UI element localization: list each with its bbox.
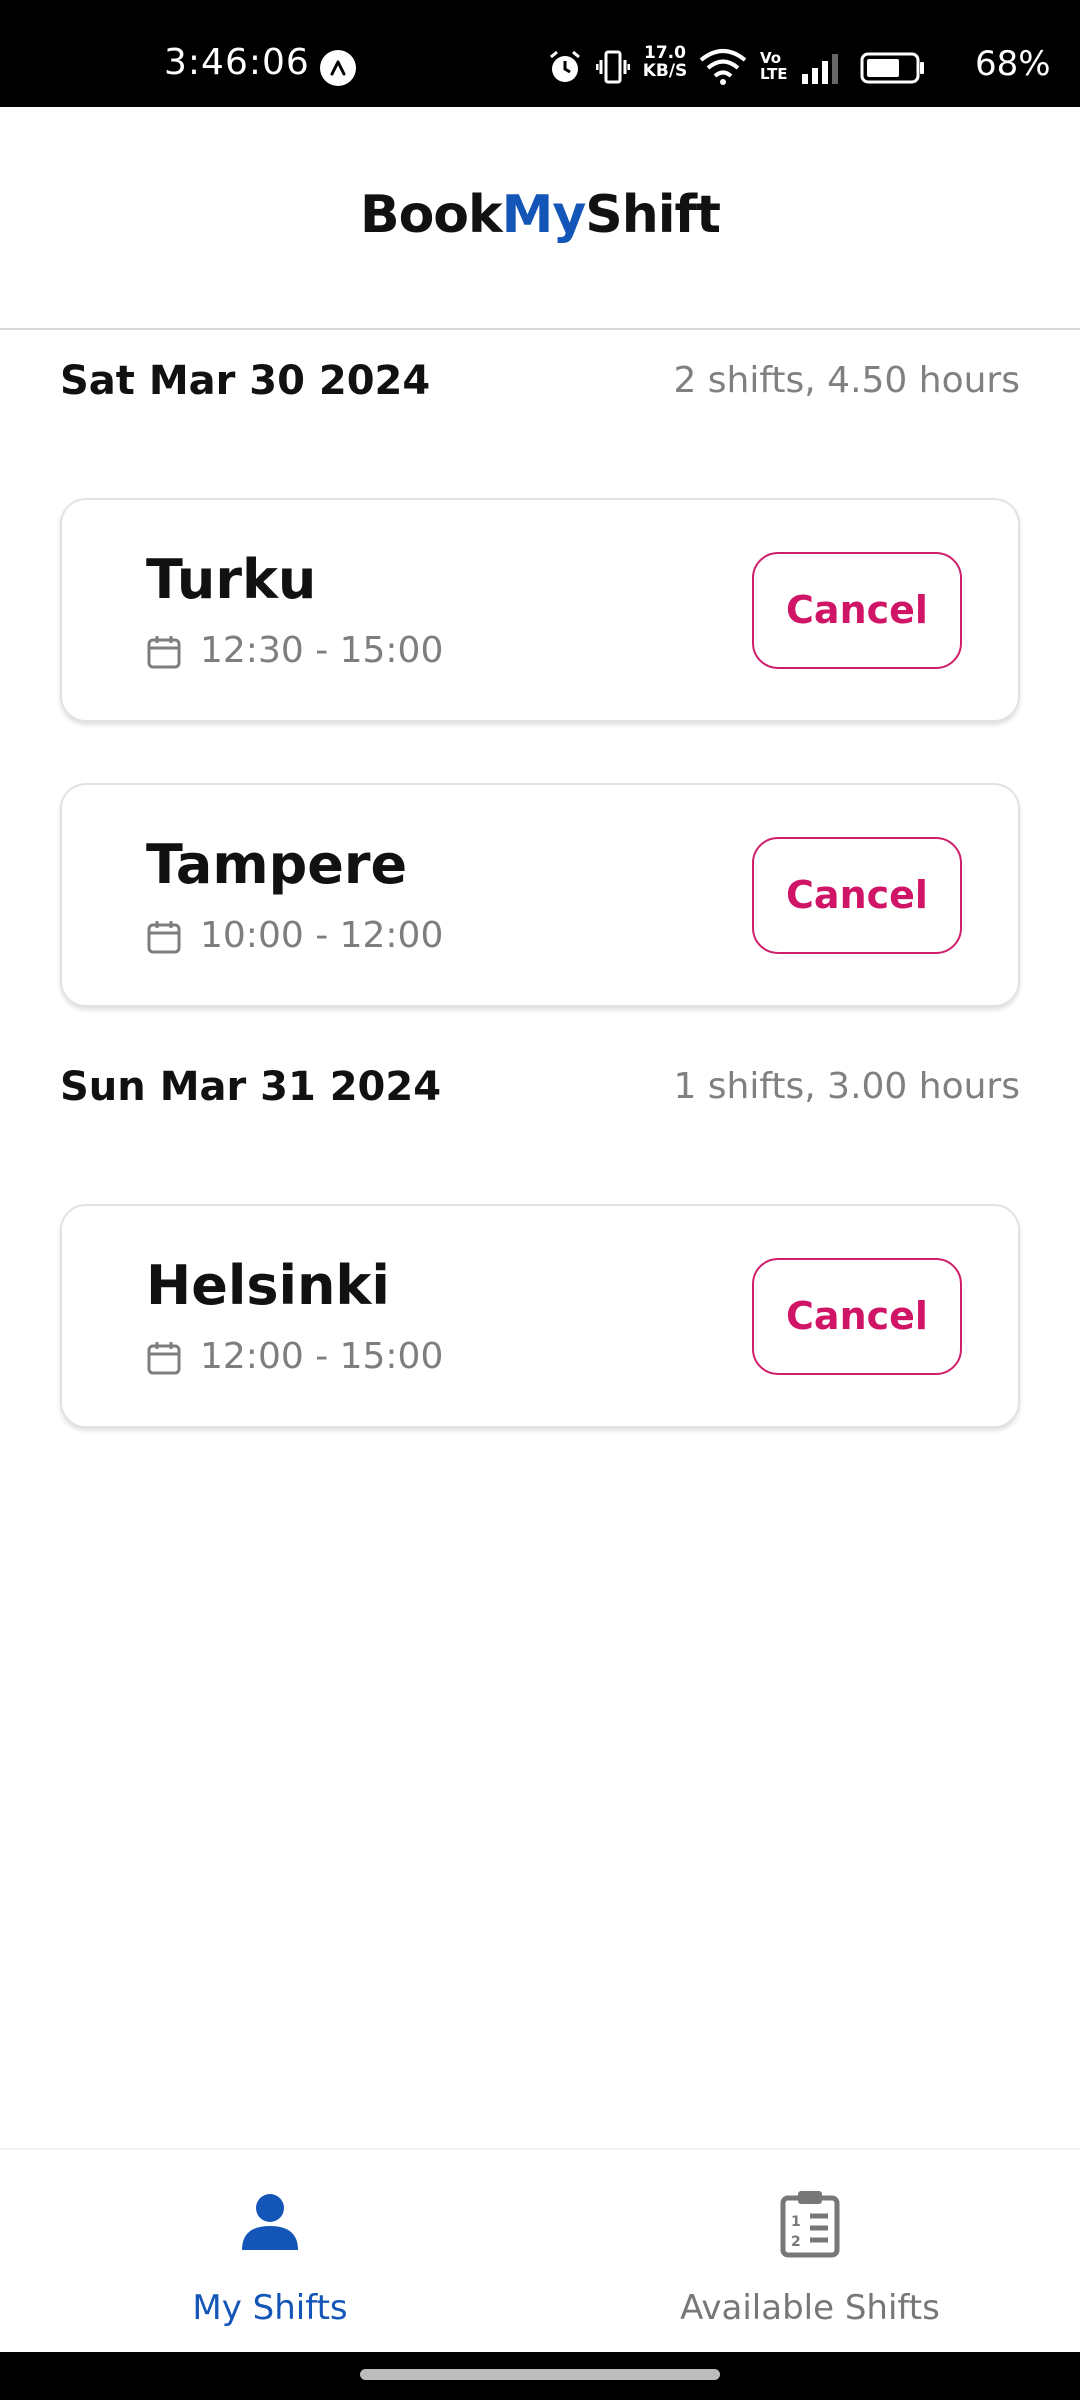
day-header: Sun Mar 31 2024 1 shifts, 3.00 hours (60, 1064, 1020, 1114)
volte-top: Vo (760, 49, 782, 67)
tab-my-shifts-label: My Shifts (192, 2288, 348, 2328)
vibrate-icon (596, 50, 630, 84)
day-date: Sun Mar 31 2024 (60, 1064, 442, 1110)
day-summary: 1 shifts, 3.00 hours (673, 1066, 1020, 1107)
shift-city: Tampere (146, 833, 408, 896)
shift-city: Helsinki (146, 1254, 390, 1317)
day-header: Sat Mar 30 2024 2 shifts, 4.50 hours (60, 358, 1020, 408)
shift-time: 10:00 - 12:00 (200, 915, 444, 956)
bottom-navigation: My Shifts 1 2 Available Shifts (0, 2148, 1080, 2352)
status-icons: 17.0 KB/S Vo LTE 68% (520, 0, 1080, 107)
brand-part-my: My (501, 185, 587, 245)
calendar-icon (147, 921, 181, 954)
volte-bottom: LTE (760, 65, 788, 83)
shift-card: Turku 12:30 - 15:00 Cancel (60, 498, 1020, 722)
person-icon (242, 2194, 298, 2250)
shift-card: Helsinki 12:00 - 15:00 Cancel (60, 1204, 1020, 1428)
day-summary: 2 shifts, 4.50 hours (673, 360, 1020, 401)
shift-time: 12:00 - 15:00 (200, 1336, 444, 1377)
cancel-shift-button[interactable]: Cancel (752, 552, 962, 669)
svg-text:1: 1 (791, 2214, 801, 2230)
day-date: Sat Mar 30 2024 (60, 358, 431, 404)
cancel-shift-button[interactable]: Cancel (752, 837, 962, 954)
volte-indicator: Vo LTE (760, 50, 788, 82)
net-speed-value: 17.0 (644, 43, 686, 63)
battery-percentage: 68% (975, 44, 1051, 84)
tab-my-shifts[interactable]: My Shifts (0, 2150, 540, 2354)
calendar-icon (147, 1342, 181, 1375)
navigation-badge-icon (320, 50, 356, 86)
tab-available-shifts-label: Available Shifts (680, 2288, 940, 2328)
cancel-shift-button[interactable]: Cancel (752, 1258, 962, 1375)
battery-icon (860, 52, 924, 84)
tab-available-shifts[interactable]: 1 2 Available Shifts (540, 2150, 1080, 2354)
system-gesture-bar (0, 2352, 1080, 2400)
app-logo: BookMyShift (0, 185, 1080, 245)
app-header: BookMyShift (0, 107, 1080, 330)
calendar-icon (147, 636, 181, 669)
wifi-icon (699, 49, 747, 85)
status-time: 3:46:06 (164, 42, 310, 83)
svg-text:2: 2 (791, 2234, 801, 2250)
shift-card: Tampere 10:00 - 12:00 Cancel (60, 783, 1020, 1007)
brand-part-shift: Shift (585, 185, 721, 245)
clipboard-list-icon: 1 2 (780, 2191, 840, 2258)
status-bar: 3:46:06 17.0 KB/S Vo LTE 68% (0, 0, 1080, 107)
alarm-icon (550, 50, 580, 82)
shift-city: Turku (146, 548, 317, 611)
brand-part-book: Book (359, 185, 503, 245)
signal-icon (802, 54, 838, 84)
shift-time: 12:30 - 15:00 (200, 630, 444, 671)
network-speed: 17.0 KB/S (640, 44, 690, 80)
home-gesture-handle[interactable] (360, 2369, 720, 2380)
net-speed-unit: KB/S (642, 61, 688, 81)
